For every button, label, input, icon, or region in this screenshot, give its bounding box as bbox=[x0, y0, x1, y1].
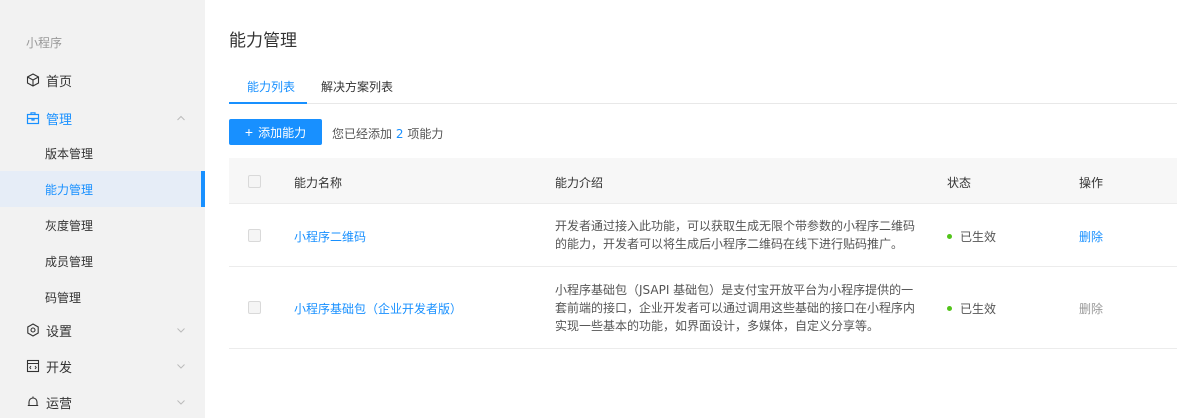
header-status: 状态 bbox=[947, 176, 972, 190]
table-header: 能力名称 能力介绍 状态 操作 bbox=[229, 158, 1177, 204]
sidebar-item-home[interactable]: 首页 bbox=[0, 62, 205, 98]
sidebar-sub-code[interactable]: 码管理 bbox=[0, 279, 205, 315]
sidebar-section-title: 小程序 bbox=[26, 36, 63, 50]
sidebar-item-label: 管理 bbox=[46, 112, 73, 128]
tab-bar: 能力列表 解决方案列表 bbox=[229, 68, 1177, 104]
desc-line: 开发者通过接入此功能，可以获取生成无限个带参数的小程序二维码 bbox=[555, 219, 916, 233]
sidebar-item-label: 运营 bbox=[46, 396, 73, 412]
capability-count-text: 您已经添加 2 项能力 bbox=[332, 125, 443, 142]
table-row: 小程序二维码 开发者通过接入此功能，可以获取生成无限个带参数的小程序二维码 的能… bbox=[229, 204, 1177, 267]
header-action: 操作 bbox=[1079, 176, 1104, 190]
capability-name-link[interactable]: 小程序基础包（企业开发者版） bbox=[294, 300, 462, 317]
gear-icon bbox=[26, 323, 40, 337]
capability-name-link[interactable]: 小程序二维码 bbox=[294, 228, 366, 245]
table-row: 小程序基础包（企业开发者版） 小程序基础包（JSAPI 基础包）是支付宝开放平台… bbox=[229, 267, 1177, 349]
sidebar-item-operate[interactable]: 运营 bbox=[0, 384, 205, 418]
sidebar-item-settings[interactable]: 设置 bbox=[0, 312, 205, 348]
capability-table: 能力名称 能力介绍 状态 操作 小程序二维码 开发者通过接入此功能，可以获取生成… bbox=[229, 158, 1177, 349]
plus-icon: + bbox=[244, 124, 254, 140]
add-capability-button[interactable]: + 添加能力 bbox=[229, 119, 322, 145]
desc-line: 实现一些基本的功能，如界面设计，多媒体，自定义分享等。 bbox=[555, 319, 880, 333]
briefcase-icon bbox=[26, 111, 40, 125]
bell-icon bbox=[26, 395, 40, 409]
capability-description: 开发者通过接入此功能，可以获取生成无限个带参数的小程序二维码 的能力，开发者可以… bbox=[555, 217, 935, 253]
header-name: 能力名称 bbox=[294, 176, 343, 190]
add-button-label: 添加能力 bbox=[258, 125, 307, 140]
chevron-up-icon bbox=[177, 115, 185, 121]
delete-button-disabled: 删除 bbox=[1079, 302, 1104, 316]
desc-line: 的能力，开发者可以将生成后小程序二维码在线下进行贴码推广。 bbox=[555, 237, 904, 251]
tab-capability-list[interactable]: 能力列表 bbox=[247, 78, 295, 95]
sidebar-item-label: 设置 bbox=[46, 324, 73, 340]
status-text: 已生效 bbox=[960, 302, 997, 316]
row-checkbox[interactable] bbox=[248, 301, 261, 314]
status-dot-icon bbox=[947, 306, 952, 311]
status-dot-icon bbox=[947, 234, 952, 239]
app-root: 小程序 首页 管理 版本管理 能力管理 灰度管理 成员管理 码管理 设置 开发 … bbox=[0, 0, 1177, 418]
sidebar-sub-capability[interactable]: 能力管理 bbox=[0, 171, 205, 207]
chevron-down-icon bbox=[177, 400, 185, 405]
page-title: 能力管理 bbox=[229, 31, 297, 51]
main-content: 能力管理 能力列表 解决方案列表 + 添加能力 您已经添加 2 项能力 能力名称… bbox=[205, 0, 1177, 418]
chevron-down-icon bbox=[177, 364, 185, 369]
sidebar-item-label: 开发 bbox=[46, 360, 73, 376]
status-badge: 已生效 bbox=[947, 228, 996, 245]
count-value: 2 bbox=[395, 127, 404, 141]
tab-solution-list[interactable]: 解决方案列表 bbox=[321, 78, 393, 95]
sidebar-sub-version[interactable]: 版本管理 bbox=[0, 135, 205, 171]
chevron-down-icon bbox=[177, 328, 185, 333]
sidebar-item-develop[interactable]: 开发 bbox=[0, 348, 205, 384]
status-text: 已生效 bbox=[960, 230, 997, 244]
desc-line: 套前端的接口，企业开发者可以通过调用这些基础的接口在小程序内 bbox=[555, 301, 916, 315]
delete-button[interactable]: 删除 bbox=[1079, 228, 1103, 245]
capability-description: 小程序基础包（JSAPI 基础包）是支付宝开放平台为小程序提供的一 套前端的接口… bbox=[555, 281, 935, 335]
count-suffix: 项能力 bbox=[407, 127, 444, 141]
select-all-checkbox[interactable] bbox=[248, 175, 261, 188]
sidebar-item-label: 首页 bbox=[46, 74, 73, 90]
header-description: 能力介绍 bbox=[555, 176, 604, 190]
tab-active-indicator bbox=[229, 102, 307, 104]
code-window-icon bbox=[26, 359, 40, 373]
sidebar-sub-members[interactable]: 成员管理 bbox=[0, 243, 205, 279]
row-checkbox[interactable] bbox=[248, 229, 261, 242]
sidebar-item-manage[interactable]: 管理 bbox=[0, 100, 205, 136]
count-prefix: 您已经添加 bbox=[332, 127, 393, 141]
sidebar-sub-gray[interactable]: 灰度管理 bbox=[0, 207, 205, 243]
status-badge: 已生效 bbox=[947, 300, 996, 317]
sidebar: 小程序 首页 管理 版本管理 能力管理 灰度管理 成员管理 码管理 设置 开发 … bbox=[0, 0, 205, 418]
desc-line: 小程序基础包（JSAPI 基础包）是支付宝开放平台为小程序提供的一 bbox=[555, 283, 914, 297]
cube-icon bbox=[26, 73, 40, 87]
